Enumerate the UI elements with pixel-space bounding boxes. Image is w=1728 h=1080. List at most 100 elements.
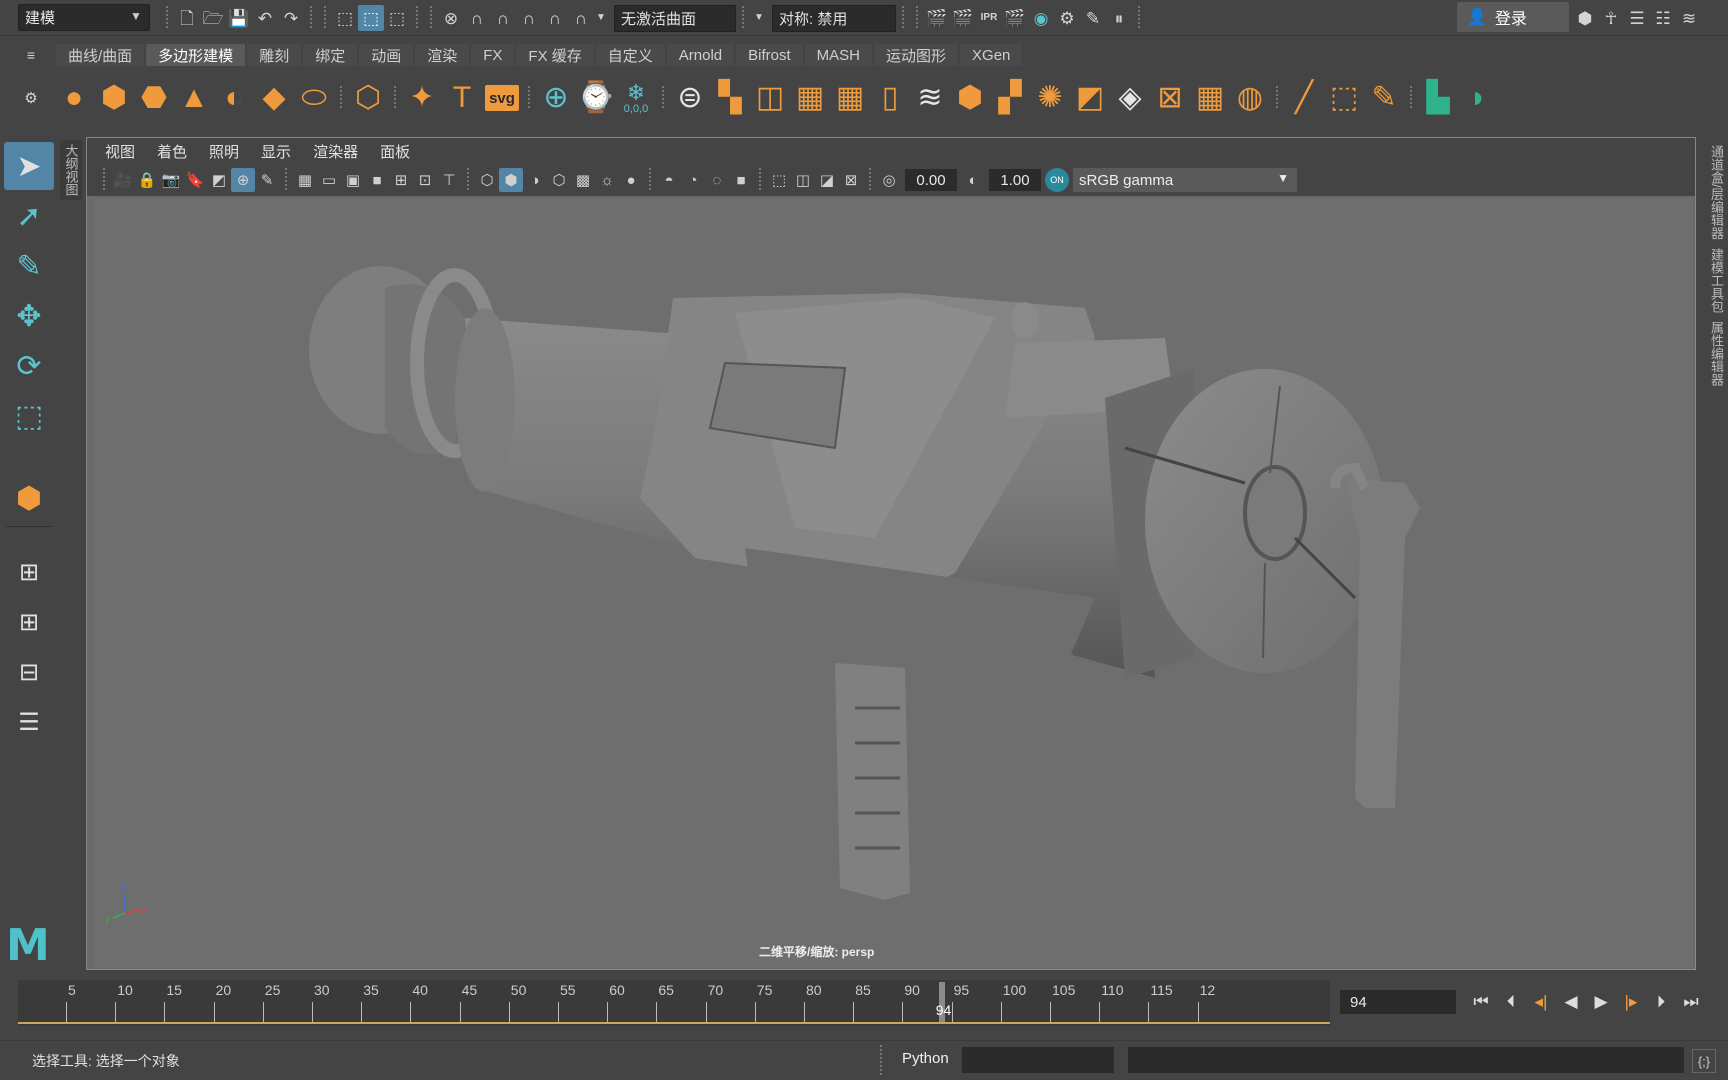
shelf-tab[interactable]: FX: [471, 44, 515, 66]
attribute-editor-icon[interactable]: ☰: [1624, 5, 1650, 31]
poly-svg-button[interactable]: svg: [482, 78, 522, 118]
bevel-icon[interactable]: ⬢: [950, 78, 990, 118]
quad-draw-icon[interactable]: ◍: [1230, 78, 1270, 118]
lights-icon[interactable]: ☼: [595, 168, 619, 192]
camera-attributes-icon[interactable]: 📷: [159, 168, 183, 192]
gear-icon[interactable]: ⚙: [18, 85, 44, 111]
field-chart-icon[interactable]: ⊞: [389, 168, 413, 192]
render-current-icon[interactable]: 🎬: [950, 5, 976, 31]
step-forward-frame-icon[interactable]: ⏵: [1646, 988, 1676, 1016]
gamma-icon[interactable]: ◐: [961, 168, 985, 192]
grid-icon[interactable]: ▦: [293, 168, 317, 192]
render-view-icon[interactable]: 🎬: [924, 5, 950, 31]
go-to-end-icon[interactable]: ⏭: [1676, 988, 1706, 1016]
snap-grid-icon[interactable]: ⊗: [438, 5, 464, 31]
select-camera-icon[interactable]: 🎥: [111, 168, 135, 192]
lasso-tool-icon[interactable]: ➚: [4, 192, 54, 240]
open-scene-icon[interactable]: 🗁: [200, 5, 226, 31]
single-pane-layout-icon[interactable]: ⊞: [4, 548, 54, 596]
two-pane-layout-icon[interactable]: ⊟: [4, 648, 54, 696]
live-surface-field[interactable]: 无激活曲面: [614, 4, 736, 32]
scale-tool-icon[interactable]: ⬚: [4, 392, 54, 440]
menu-set-dropdown[interactable]: 建模 ▼: [18, 4, 150, 31]
poly-cylinder-icon[interactable]: ⬣: [134, 78, 174, 118]
step-forward-key-icon[interactable]: |▸: [1616, 988, 1646, 1016]
collapse-icon[interactable]: ⊠: [1150, 78, 1190, 118]
ipr-render-icon[interactable]: IPR: [976, 5, 1002, 31]
go-to-start-icon[interactable]: ⏮: [1466, 988, 1496, 1016]
multi-cut-icon[interactable]: ╱: [1284, 78, 1324, 118]
gamma-field[interactable]: 1.00: [989, 169, 1041, 191]
panel-menu-item[interactable]: 着色: [157, 141, 187, 162]
bridge-icon[interactable]: ≋: [910, 78, 950, 118]
new-scene-icon[interactable]: 🗋: [174, 5, 200, 31]
time-slider[interactable]: 5 10 15 20 25 30 35 40 45 50 55 60 65 70 75 80 85 90 95 100…: [18, 980, 1330, 1026]
modeling-toolkit-icon[interactable]: ⬢: [1572, 5, 1598, 31]
make-live-icon[interactable]: ∩: [568, 5, 594, 31]
depth-of-field-icon[interactable]: ■: [729, 168, 753, 192]
snap-view-plane-icon[interactable]: ∩: [516, 5, 542, 31]
wireframe-on-shaded-icon[interactable]: ⬡: [547, 168, 571, 192]
character-controls-icon[interactable]: ☥: [1598, 5, 1624, 31]
arnold-ipr-icon[interactable]: ✎: [1080, 5, 1106, 31]
rotate-tool-icon[interactable]: ⟳: [4, 342, 54, 390]
mesh-display-icon[interactable]: ⊜: [670, 78, 710, 118]
xray-icon[interactable]: ◫: [791, 168, 815, 192]
bookmark-icon[interactable]: 🔖: [183, 168, 207, 192]
uv-editor-icon[interactable]: ▙: [1418, 78, 1458, 118]
right-panel-tab[interactable]: 建模工具包: [1702, 248, 1726, 313]
safe-action-icon[interactable]: ⊡: [413, 168, 437, 192]
poly-cone-icon[interactable]: ▲: [174, 78, 214, 118]
panel-menu-item[interactable]: 渲染器: [313, 141, 358, 162]
poly-torus-icon[interactable]: ◐: [214, 78, 254, 118]
xray-active-icon[interactable]: ⊠: [839, 168, 863, 192]
arnold-render-icon[interactable]: ⚙: [1054, 5, 1080, 31]
shelf-tab[interactable]: Bifrost: [736, 44, 803, 66]
snap-point-icon[interactable]: ∩: [490, 5, 516, 31]
right-panel-tab[interactable]: 通道盒/层编辑器: [1702, 145, 1726, 240]
redo-icon[interactable]: ↷: [278, 5, 304, 31]
bevel-grid-icon[interactable]: ▦: [830, 78, 870, 118]
right-panel-tab[interactable]: 属性编辑器: [1702, 321, 1726, 386]
smooth-shade-icon[interactable]: ⬢: [499, 168, 523, 192]
poly-plane-icon[interactable]: ◆: [254, 78, 294, 118]
film-gate-icon[interactable]: ▭: [317, 168, 341, 192]
poke-icon[interactable]: ✺: [1030, 78, 1070, 118]
resolution-gate-icon[interactable]: ▣: [341, 168, 365, 192]
panel-menu-item[interactable]: 照明: [209, 141, 239, 162]
lock-camera-icon[interactable]: 🔒: [135, 168, 159, 192]
poly-sphere-icon[interactable]: ●: [54, 78, 94, 118]
edge-loop-icon[interactable]: ⬚: [1324, 78, 1364, 118]
grease-pencil-icon[interactable]: ✎: [255, 168, 279, 192]
wireframe-icon[interactable]: ⬡: [475, 168, 499, 192]
merge-icon[interactable]: ◈: [1110, 78, 1150, 118]
separate-icon[interactable]: ◫: [750, 78, 790, 118]
shelf-tab[interactable]: 渲染: [415, 44, 470, 66]
chevron-down-icon[interactable]: ▼: [750, 5, 768, 31]
default-material-icon[interactable]: ◑: [523, 168, 547, 192]
panel-menu-item[interactable]: 面板: [380, 141, 410, 162]
shelf-tab[interactable]: 雕刻: [247, 44, 302, 66]
four-pane-layout-icon[interactable]: ⊞: [4, 598, 54, 646]
move-tool-icon[interactable]: ✥: [4, 292, 54, 340]
screen-space-ao-icon[interactable]: ◓: [657, 168, 681, 192]
shelf-tab[interactable]: 曲线/曲面: [56, 44, 145, 66]
outliner-layout-icon[interactable]: ☰: [4, 698, 54, 746]
uv-unfold-icon[interactable]: ◗: [1458, 78, 1498, 118]
shelf-menu-icon[interactable]: ≡: [18, 42, 44, 68]
exposure-icon[interactable]: ◎: [877, 168, 901, 192]
shelf-tab[interactable]: XGen: [960, 44, 1023, 66]
script-language-label[interactable]: Python: [902, 1050, 949, 1067]
center-pivot-icon[interactable]: ⊕: [536, 78, 576, 118]
script-editor-icon[interactable]: {;}: [1692, 1049, 1716, 1073]
hypershade-icon[interactable]: ◉: [1028, 5, 1054, 31]
image-plane-icon[interactable]: ◩: [207, 168, 231, 192]
3d-viewport-canvas[interactable]: z x y 二维平移/缩放: persp: [95, 198, 1693, 968]
triangulate-icon[interactable]: ▦: [1190, 78, 1230, 118]
play-backward-icon[interactable]: ◀: [1556, 988, 1586, 1016]
color-space-dropdown[interactable]: sRGB gamma ▼: [1073, 168, 1297, 192]
tool-settings-icon[interactable]: ☷: [1650, 5, 1676, 31]
outliner-tab[interactable]: 大纲视图: [60, 140, 82, 200]
textured-icon[interactable]: ▩: [571, 168, 595, 192]
motion-blur-icon[interactable]: ◔: [681, 168, 705, 192]
